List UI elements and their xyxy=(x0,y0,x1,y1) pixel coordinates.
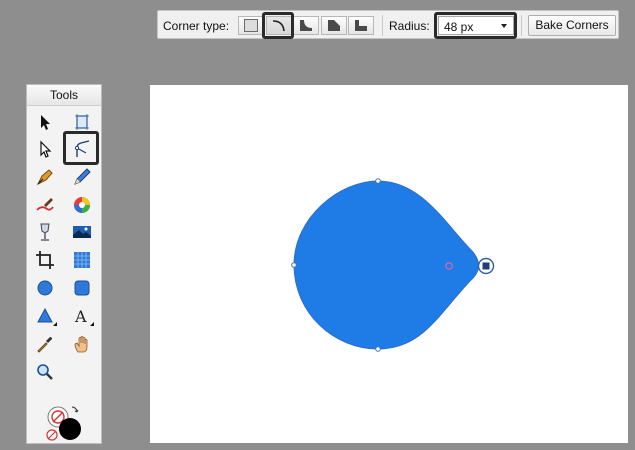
corner-type-straight-button[interactable] xyxy=(321,16,347,35)
chevron-down-icon xyxy=(501,24,507,28)
pencil-tool[interactable] xyxy=(69,165,95,189)
triangle-icon xyxy=(37,307,57,326)
place-image-tool[interactable] xyxy=(69,220,95,244)
color-swatches[interactable] xyxy=(44,403,84,443)
wine-glass-icon xyxy=(40,223,50,241)
document-canvas[interactable] xyxy=(150,85,628,443)
shape-node-top xyxy=(375,178,381,184)
fill-stroke-swatch-icon xyxy=(46,406,81,441)
pen-nib-icon xyxy=(36,169,53,186)
rounded-rectangle-icon xyxy=(74,280,90,296)
corner-type-label: Corner type: xyxy=(163,19,230,33)
corner-type-rounded-button[interactable] xyxy=(266,16,292,35)
image-tool[interactable] xyxy=(69,248,95,272)
vector-brush-tool[interactable] xyxy=(32,193,58,217)
rounded-rectangle-tool[interactable] xyxy=(69,276,95,300)
ellipse-tool[interactable] xyxy=(32,276,58,300)
text-icon: A xyxy=(74,307,94,326)
corner-type-concave-button[interactable] xyxy=(293,16,319,35)
corner-tool-icon xyxy=(74,140,90,157)
color-picker-tool[interactable] xyxy=(32,332,58,356)
square-corner-icon xyxy=(244,19,258,32)
arrow-pointer-icon xyxy=(41,115,50,130)
color-wheel-icon xyxy=(74,197,90,213)
artboard-tool[interactable] xyxy=(69,110,95,134)
tools-panel: Tools A xyxy=(26,84,102,444)
corner-type-none-button[interactable] xyxy=(238,16,264,35)
fill-tool[interactable] xyxy=(69,193,95,217)
zoom-tool[interactable] xyxy=(32,360,58,384)
brush-icon xyxy=(36,198,54,211)
shape-node-left xyxy=(291,262,297,268)
shape-node-bottom xyxy=(375,346,381,352)
magnifier-icon xyxy=(37,364,53,380)
node-pointer-icon xyxy=(40,140,52,158)
radius-value: 48 px xyxy=(444,20,474,34)
corner-type-inset-button[interactable] xyxy=(348,16,374,35)
radius-label: Radius: xyxy=(389,19,430,33)
triangle-tool[interactable] xyxy=(32,304,58,328)
rounded-shape xyxy=(293,180,479,350)
toolbar-separator xyxy=(382,15,383,36)
svg-text:A: A xyxy=(74,307,87,326)
image-icon xyxy=(73,226,91,238)
radius-dropdown[interactable]: 48 px xyxy=(438,16,514,35)
artistic-text-tool[interactable]: A xyxy=(69,304,95,328)
context-toolbar: Corner type: Radius: 48 px Bake Corners xyxy=(157,10,619,39)
crop-tool[interactable] xyxy=(32,248,58,272)
artboard-icon xyxy=(75,114,89,130)
crop-icon xyxy=(36,251,54,269)
corner-tool[interactable] xyxy=(69,137,95,161)
hand-icon xyxy=(74,336,88,353)
node-tool[interactable] xyxy=(32,137,58,161)
eyedropper-icon xyxy=(37,337,52,353)
corner-node-square xyxy=(482,262,490,270)
pencil-icon xyxy=(74,168,91,185)
rounded-corner-icon xyxy=(272,20,285,32)
pointer-tool[interactable] xyxy=(32,110,58,134)
view-tool[interactable] xyxy=(69,332,95,356)
pen-tool[interactable] xyxy=(32,165,58,189)
shape-layer xyxy=(291,178,495,352)
inset-corner-icon xyxy=(355,20,367,31)
pixel-grid-icon xyxy=(74,252,90,268)
toolbar-separator xyxy=(521,15,522,36)
transparency-tool[interactable] xyxy=(32,220,58,244)
tools-title: Tools xyxy=(27,85,101,106)
bake-corners-button[interactable]: Bake Corners xyxy=(528,15,616,36)
concave-corner-icon xyxy=(300,20,312,31)
ellipse-icon xyxy=(37,280,53,296)
straight-corner-icon xyxy=(328,20,340,31)
